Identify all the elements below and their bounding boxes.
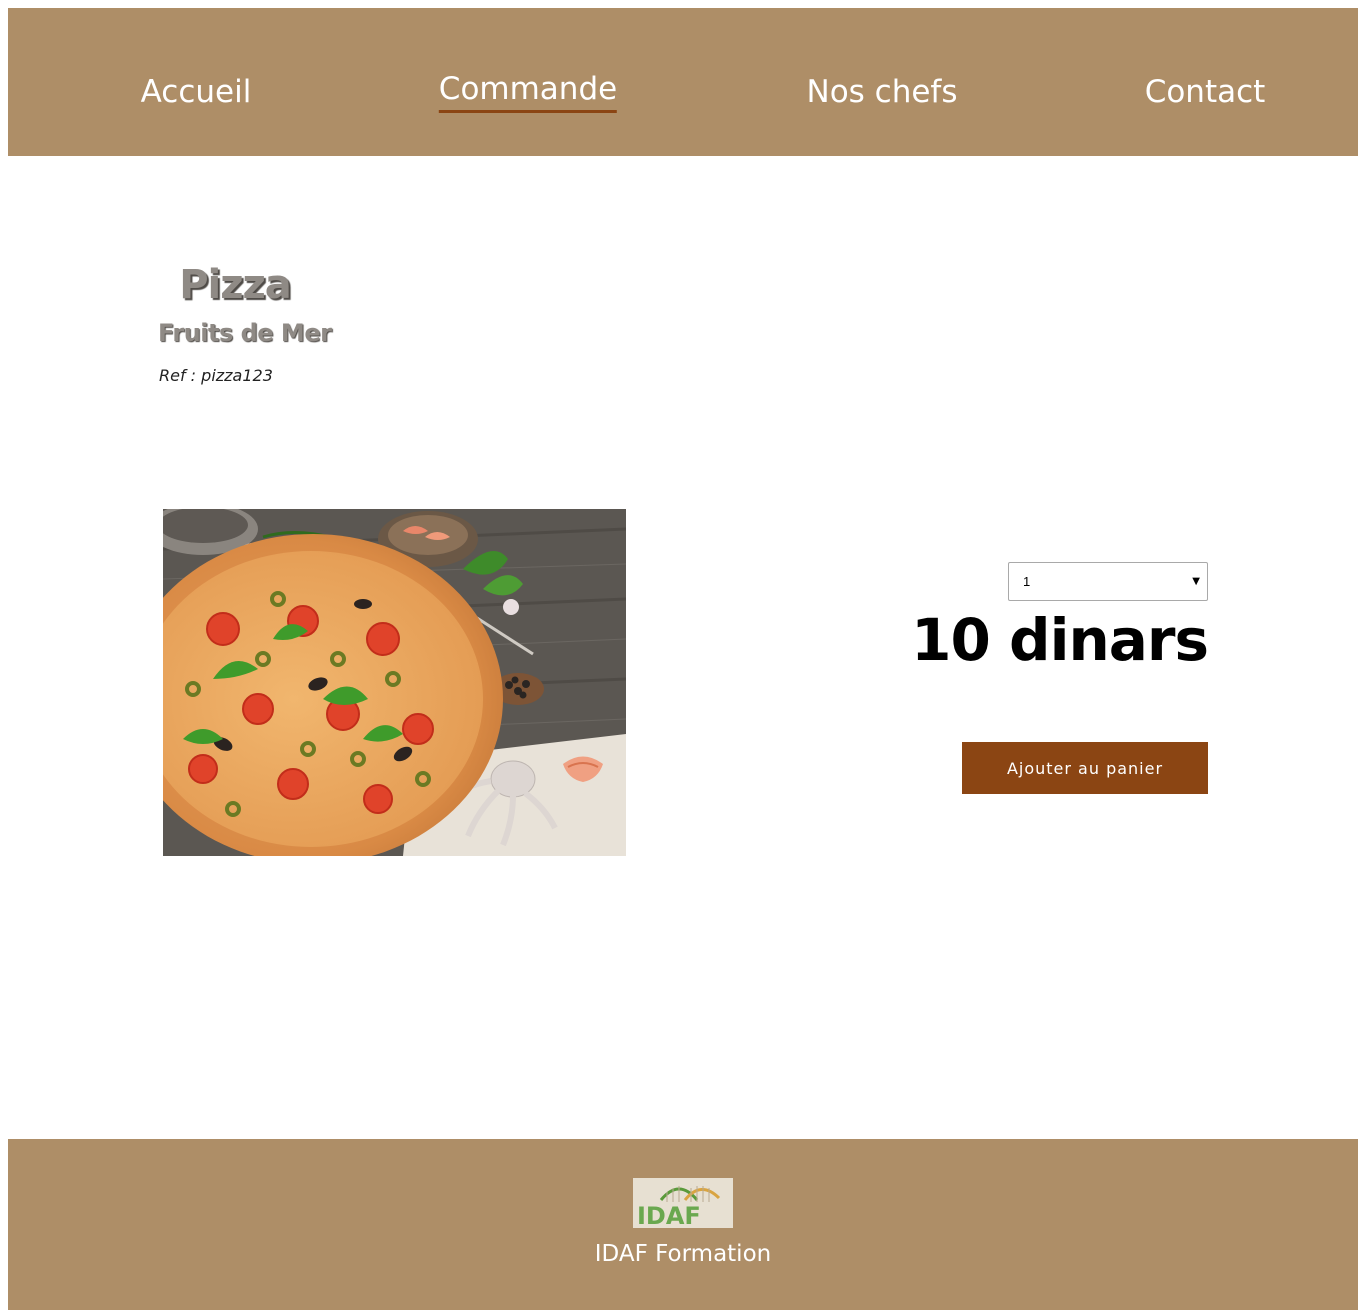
idaf-logo: IDAF [633,1178,733,1230]
nav-link-nos-chefs[interactable]: Nos chefs [807,70,958,114]
quantity-select[interactable]: 1 ▼ [1008,562,1208,601]
product-reference: Ref : pizza123 [159,366,273,385]
site-footer: IDAF IDAF Formation [8,1139,1358,1310]
product-image [163,509,626,856]
nav-link-accueil[interactable]: Accueil [141,70,252,114]
idaf-logo-graphic: IDAF [633,1178,733,1230]
pizza-illustration [163,509,626,856]
logo-lettering: IDAF [637,1202,701,1228]
nav-link-contact[interactable]: Contact [1145,70,1266,114]
product-price: 10 dinars [911,606,1209,674]
add-to-cart-button[interactable]: Ajouter au panier [962,742,1208,794]
dropdown-arrow-icon: ▼ [1192,576,1200,587]
product-variant: Fruits de Mer [158,319,332,347]
site-header: Accueil Commande Nos chefs Contact [8,8,1358,156]
quantity-value: 1 [1023,574,1031,589]
product-name: Pizza [179,262,292,308]
nav-link-commande[interactable]: Commande [438,69,618,113]
footer-text: IDAF Formation [594,1241,772,1267]
